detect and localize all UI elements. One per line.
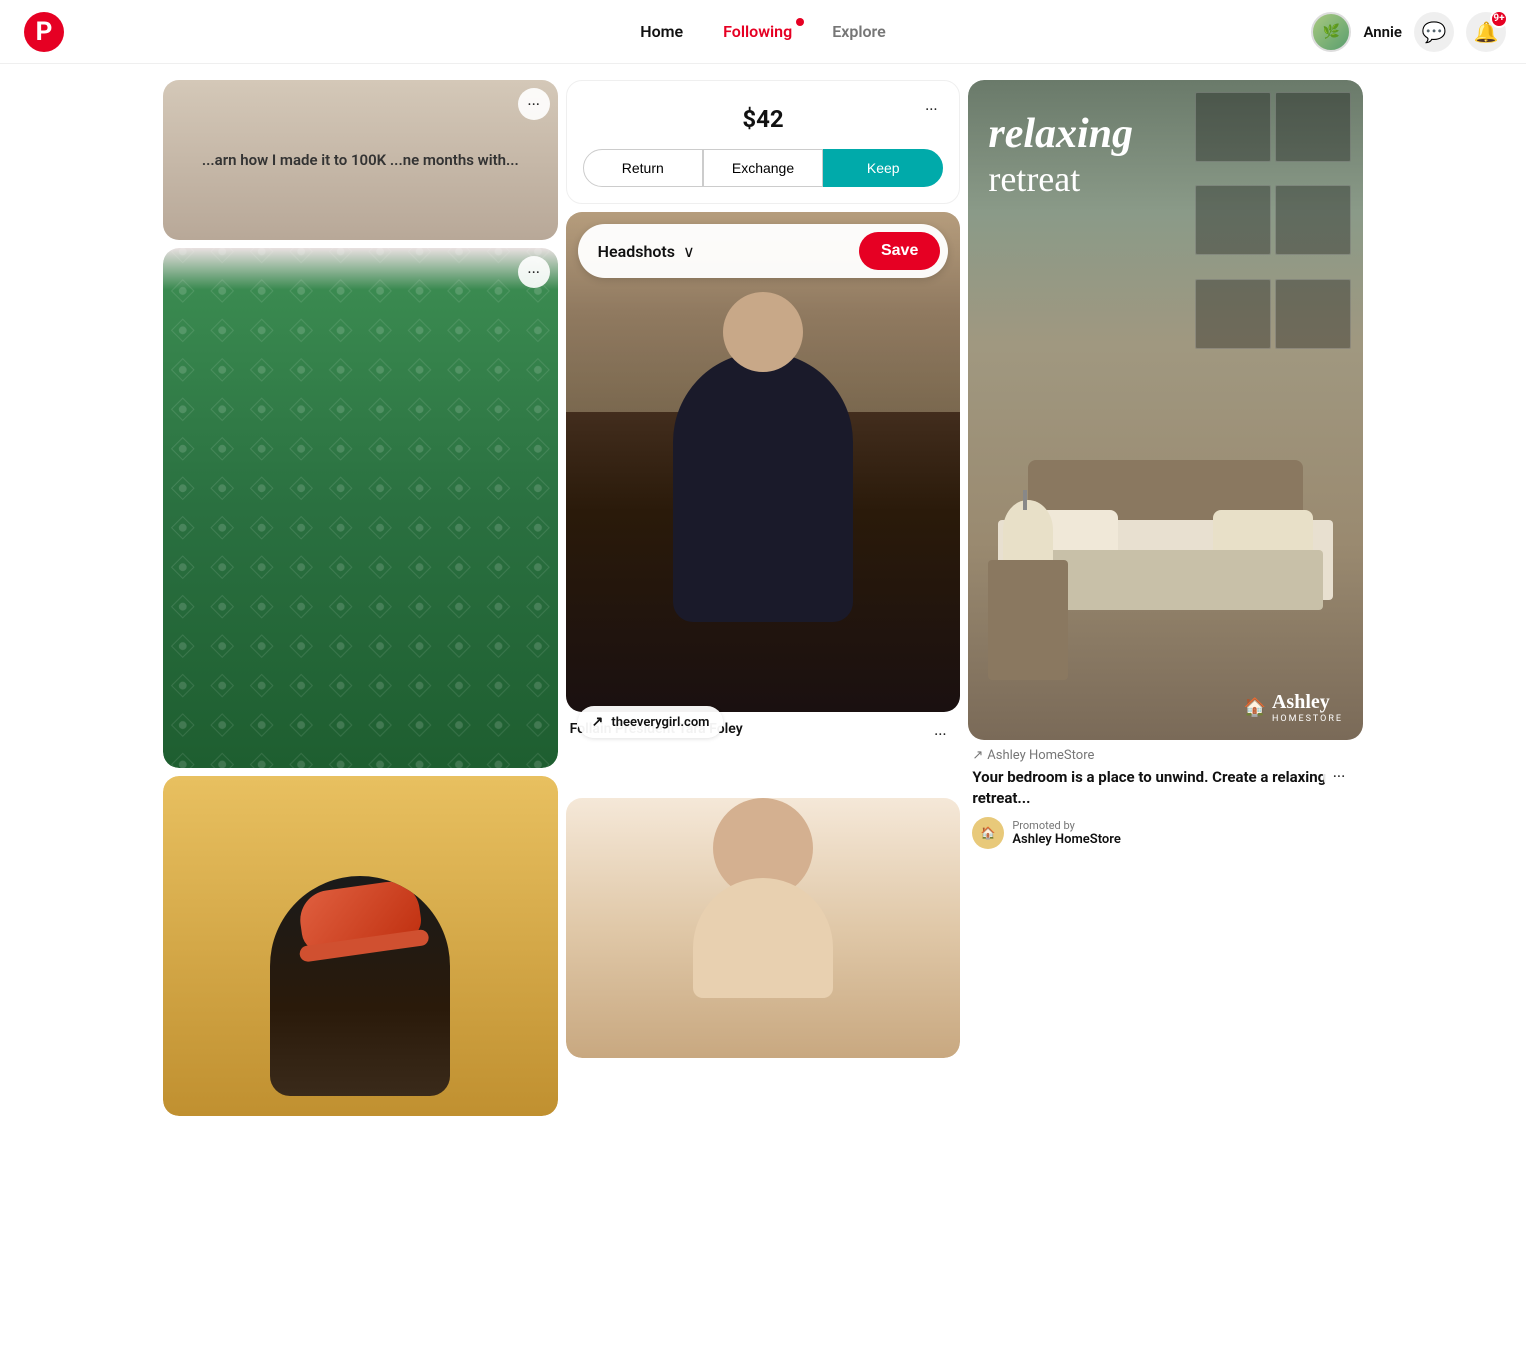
promoted-by-section: 🏠 Promoted by Ashley HomeStore [972, 817, 1359, 849]
more-options-button[interactable]: ··· [1323, 760, 1355, 792]
nav-explore[interactable]: Explore [814, 12, 904, 51]
more-icon: ··· [527, 95, 540, 114]
bedroom-text-overlay: relaxing retreat [988, 110, 1133, 200]
headshot-card[interactable]: Headshots ∨ Save ↗ [566, 212, 961, 750]
board-selector[interactable]: Headshots ∨ [598, 242, 695, 261]
price-value: $42 [742, 105, 783, 133]
arrow-icon: ↗ [592, 714, 604, 730]
headshot-image [566, 212, 961, 712]
navigation: P Home Following Explore 🌿 Annie 💬 🔔 9+ [0, 0, 1526, 64]
bedroom-pin-footer: ↗ Ashley HomeStore ··· Your bedroom is a… [968, 740, 1363, 853]
ashley-brand-sub: HOMESTORE [1272, 714, 1343, 724]
green-shirt-card[interactable]: ··· [163, 248, 558, 768]
user-avatar[interactable]: 🌿 [1311, 12, 1351, 52]
keep-button[interactable]: Keep [823, 149, 943, 187]
green-shirt-image [163, 248, 558, 768]
save-button[interactable]: Save [859, 232, 940, 270]
logo-letter: P [36, 17, 53, 47]
source-link[interactable]: ↗ theeverygirl.com [578, 706, 724, 738]
board-name: Headshots [598, 242, 675, 261]
source-name: Ashley HomeStore [987, 748, 1094, 763]
more-icon: ··· [925, 100, 938, 119]
article-text: ...arn how I made it to 100K ...ne month… [202, 150, 519, 171]
nav-right-actions: 🌿 Annie 💬 🔔 9+ [1311, 12, 1506, 52]
messages-button[interactable]: 💬 [1414, 12, 1454, 52]
shoe-card[interactable] [163, 776, 558, 1116]
more-options-button[interactable]: ··· [518, 256, 550, 288]
masonry-grid: ...arn how I made it to 100K ...ne month… [163, 80, 1363, 1116]
overlay-retreat: retreat [988, 158, 1133, 200]
promoted-logo-icon: 🏠 [981, 826, 996, 840]
promo-description: Your bedroom is a place to unwind. Creat… [972, 767, 1359, 809]
more-icon: ··· [934, 725, 947, 744]
arrow-icon: ↗ [972, 748, 983, 763]
overlay-relaxing: relaxing [988, 110, 1133, 158]
source-domain: theeverygirl.com [611, 715, 709, 730]
source-tag[interactable]: ↗ Ashley HomeStore [972, 748, 1359, 763]
ashley-brand-name: Ashley [1272, 691, 1343, 714]
portrait-card[interactable] [566, 758, 961, 1058]
following-dot [796, 18, 804, 26]
pinterest-logo[interactable]: P [24, 12, 64, 52]
price-action-buttons: Return Exchange Keep [583, 149, 944, 187]
ashley-brand: 🏠 Ashley HOMESTORE [1244, 691, 1343, 724]
more-options-button[interactable]: ··· [518, 88, 550, 120]
exchange-button[interactable]: Exchange [703, 149, 823, 187]
promoted-by-label: Promoted by [1012, 819, 1121, 832]
price-card[interactable]: $42 Return Exchange Keep ··· [566, 80, 961, 204]
ashley-logo-icon: 🏠 [1244, 697, 1266, 718]
promoted-logo: 🏠 [972, 817, 1004, 849]
username[interactable]: Annie [1363, 23, 1402, 41]
price-display: $42 [583, 97, 944, 141]
more-icon: ··· [527, 263, 540, 282]
column-3: relaxing retreat [968, 80, 1363, 853]
portrait-image [566, 798, 961, 1058]
notification-badge: 9+ [1490, 10, 1508, 28]
main-content: ...arn how I made it to 100K ...ne month… [0, 64, 1526, 1132]
bedroom-card[interactable]: relaxing retreat [968, 80, 1363, 853]
column-2: $42 Return Exchange Keep ··· Headshots ∨ [566, 80, 961, 1058]
article-image: ...arn how I made it to 100K ...ne month… [163, 80, 558, 240]
save-dropdown: Headshots ∨ Save [578, 224, 949, 278]
more-options-button[interactable]: ··· [924, 718, 956, 750]
nav-following[interactable]: Following [705, 12, 810, 51]
article-card[interactable]: ...arn how I made it to 100K ...ne month… [163, 80, 558, 240]
notifications-button[interactable]: 🔔 9+ [1466, 12, 1506, 52]
shoe-image [163, 776, 558, 1116]
avatar-image-placeholder: 🌿 [1323, 24, 1340, 40]
bedroom-image: relaxing retreat [968, 80, 1363, 740]
promoted-brand-name: Ashley HomeStore [1012, 832, 1121, 847]
return-button[interactable]: Return [583, 149, 703, 187]
chevron-down-icon: ∨ [683, 242, 695, 261]
message-icon: 💬 [1422, 20, 1447, 44]
nav-home[interactable]: Home [622, 12, 701, 51]
column-1: ...arn how I made it to 100K ...ne month… [163, 80, 558, 1116]
nav-links: Home Following Explore [622, 12, 904, 51]
more-icon: ··· [1333, 767, 1346, 786]
